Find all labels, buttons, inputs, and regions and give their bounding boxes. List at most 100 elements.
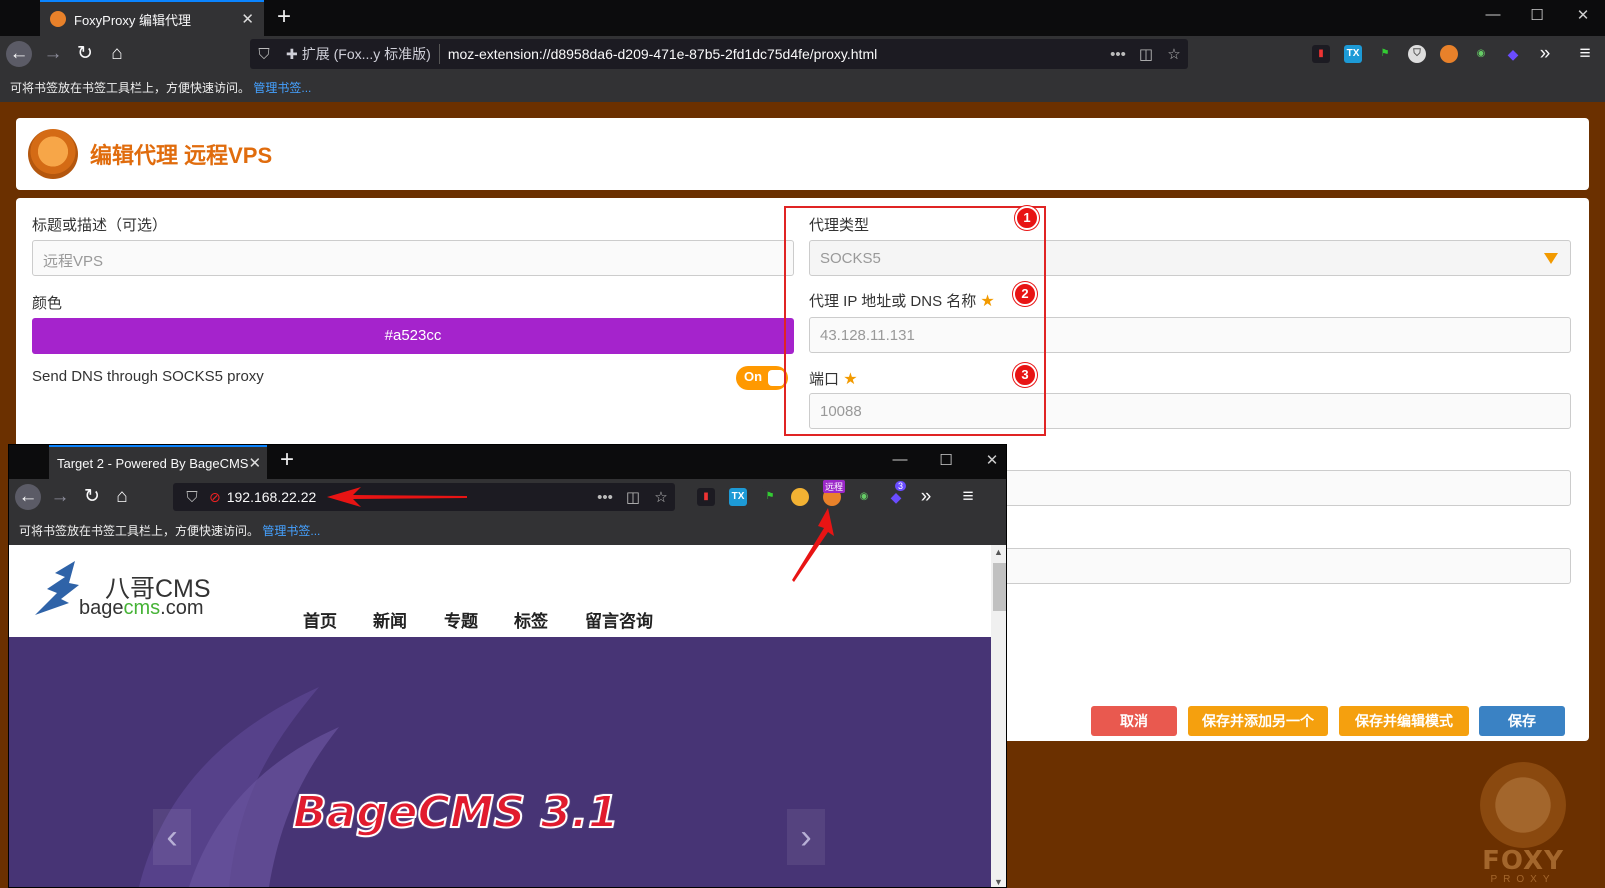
page-actions-icon[interactable]: •••: [591, 489, 619, 506]
extension-diamond-icon[interactable]: ◆: [1504, 45, 1522, 63]
title-label: 标题或描述（可选）: [32, 217, 168, 234]
inner-bookmarks-toolbar: 可将书签放在书签工具栏上，方便快速访问。 管理书签...: [9, 515, 1006, 545]
bookmarks-toolbar: 可将书签放在书签工具栏上，方便快速访问。 管理书签...: [0, 72, 1605, 102]
site-logo-en: bagecms.com: [79, 597, 204, 619]
bookmarks-hint: 可将书签放在书签工具栏上，方便快速访问。: [19, 524, 260, 538]
scrollbar-thumb[interactable]: [993, 563, 1006, 611]
hamburger-menu-icon[interactable]: ≡: [1572, 41, 1598, 67]
shield-icon[interactable]: ⛉: [181, 489, 203, 506]
dns-toggle-text: On: [744, 369, 763, 384]
inner-navigation-toolbar: ← → ↻ ⌂ ⛉ ⊘ 192.168.22.22 ••• ◫ ☆ ▮ TX ⚑…: [9, 479, 1006, 515]
pocket-icon[interactable]: ◫: [619, 488, 647, 506]
inner-tab-strip: Target 2 - Powered By BageCMS ✕ + — ☐ ✕: [9, 445, 1006, 479]
reload-button[interactable]: ↻: [72, 41, 98, 67]
extension-tx-icon[interactable]: TX: [1344, 45, 1362, 63]
save-add-another-button[interactable]: 保存并添加另一个: [1188, 706, 1328, 736]
save-button[interactable]: 保存: [1479, 706, 1565, 736]
foxyproxy-active-badge: 远程: [823, 480, 846, 493]
insecure-lock-icon: ⊘: [209, 488, 221, 505]
chevron-down-icon: [1544, 253, 1558, 264]
foxyproxy-favicon-icon: [50, 11, 66, 27]
toggle-knob: [768, 370, 784, 386]
page-actions-icon[interactable]: •••: [1104, 46, 1132, 63]
window-close-icon[interactable]: ✕: [1568, 6, 1598, 24]
window-close-icon[interactable]: ✕: [977, 451, 1006, 469]
back-button[interactable]: ←: [15, 484, 41, 510]
page-title: 编辑代理 远程VPS: [90, 143, 273, 168]
inner-url-text[interactable]: 192.168.22.22: [227, 489, 317, 505]
fox-logo-icon: [1480, 762, 1566, 848]
site-nav-home[interactable]: 首页: [303, 607, 337, 632]
extension-orb-icon[interactable]: [791, 488, 809, 506]
watermark-subtext: PROXY: [1490, 874, 1556, 885]
bookmark-star-icon[interactable]: ☆: [647, 488, 675, 506]
back-button[interactable]: ←: [6, 41, 32, 67]
tab-foxyproxy[interactable]: FoxyProxy 编辑代理 ✕: [40, 0, 264, 36]
color-label: 颜色: [32, 295, 63, 312]
cancel-button[interactable]: 取消: [1091, 706, 1177, 736]
maximize-icon[interactable]: ☐: [1522, 6, 1552, 24]
site-nav-guestbook[interactable]: 留言咨询: [585, 607, 653, 632]
site-nav-topics[interactable]: 专题: [444, 607, 478, 632]
puzzle-icon: ✚: [286, 45, 298, 62]
hero-next-arrow[interactable]: ›: [787, 809, 825, 865]
inner-browser-window: Target 2 - Powered By BageCMS ✕ + — ☐ ✕ …: [8, 444, 1007, 888]
extension-red-icon[interactable]: ▮: [1312, 45, 1330, 63]
hero-prev-arrow[interactable]: ‹: [153, 809, 191, 865]
title-input[interactable]: 远程VPS: [32, 240, 794, 276]
home-button[interactable]: ⌂: [104, 41, 130, 67]
hero-title: BageCMS 3.1: [292, 786, 620, 839]
annotation-marker-3: 3: [1013, 363, 1037, 387]
annotation-arrow-url: [327, 487, 467, 507]
inner-tab[interactable]: Target 2 - Powered By BageCMS ✕: [49, 445, 267, 479]
bookmarks-hint: 可将书签放在书签工具栏上，方便快速访问。: [10, 81, 251, 95]
annotation-box: [784, 206, 1046, 436]
forward-button[interactable]: →: [40, 41, 66, 67]
scroll-up-icon[interactable]: ▲: [994, 547, 1003, 557]
url-bar[interactable]: ⛉ ✚ 扩展 (Fox...y 标准版) moz-extension://d895…: [250, 39, 1188, 69]
extension-count-badge: 3: [895, 481, 907, 491]
overflow-chevron-icon[interactable]: »: [1532, 41, 1558, 67]
home-button[interactable]: ⌂: [109, 484, 135, 510]
foxyproxy-watermark: FOXY PROXY: [1468, 762, 1578, 885]
hero-banner: ‹ › BageCMS 3.1: [9, 637, 991, 887]
hamburger-menu-icon[interactable]: ≡: [955, 484, 981, 510]
watermark-text: FOXY: [1482, 846, 1564, 876]
bagecms-bird-logo-icon: [35, 561, 79, 615]
close-tab-icon[interactable]: ✕: [248, 454, 261, 472]
color-picker[interactable]: #a523cc: [32, 318, 794, 354]
foxyproxy-extension-icon[interactable]: [1440, 45, 1458, 63]
extension-globe-icon[interactable]: ◉: [855, 488, 873, 506]
inner-tab-title: Target 2 - Powered By BageCMS: [57, 455, 249, 471]
extension-red-icon[interactable]: ▮: [697, 488, 715, 506]
new-tab-button[interactable]: +: [270, 4, 298, 32]
extension-flag-icon[interactable]: ⚑: [761, 488, 779, 506]
dns-toggle[interactable]: On: [736, 366, 788, 390]
extension-identity[interactable]: ✚ 扩展 (Fox...y 标准版): [278, 44, 440, 64]
extension-tx-icon[interactable]: TX: [729, 488, 747, 506]
navigation-toolbar: ← → ↻ ⌂ ⛉ ✚ 扩展 (Fox...y 标准版) moz-extensio…: [0, 36, 1605, 72]
site-nav-tags[interactable]: 标签: [514, 607, 548, 632]
forward-button[interactable]: →: [47, 484, 73, 510]
vertical-scrollbar[interactable]: ▲ ▼: [991, 545, 1006, 887]
minimize-icon[interactable]: —: [885, 451, 915, 468]
extension-flag-icon[interactable]: ⚑: [1376, 45, 1394, 63]
scroll-down-icon[interactable]: ▼: [994, 877, 1003, 887]
url-text[interactable]: moz-extension://d8958da6-d209-471e-87b5-…: [440, 46, 1104, 62]
page-header: 编辑代理 远程VPS: [16, 118, 1589, 190]
reload-button[interactable]: ↻: [79, 484, 105, 510]
inner-new-tab-button[interactable]: +: [273, 447, 301, 475]
site-nav-news[interactable]: 新闻: [373, 607, 407, 632]
maximize-icon[interactable]: ☐: [931, 451, 961, 469]
save-edit-patterns-button[interactable]: 保存并编辑模式: [1339, 706, 1469, 736]
manage-bookmarks-link[interactable]: 管理书签...: [253, 81, 311, 95]
extension-globe-icon[interactable]: ◉: [1472, 45, 1490, 63]
pocket-icon[interactable]: ◫: [1132, 45, 1160, 63]
bookmark-star-icon[interactable]: ☆: [1160, 45, 1188, 63]
extension-shield-icon[interactable]: ⛉: [1408, 45, 1426, 63]
shield-icon[interactable]: ⛉: [250, 46, 278, 63]
minimize-icon[interactable]: —: [1478, 6, 1508, 23]
close-tab-icon[interactable]: ✕: [241, 10, 254, 28]
manage-bookmarks-link[interactable]: 管理书签...: [262, 524, 320, 538]
overflow-chevron-icon[interactable]: »: [913, 484, 939, 510]
